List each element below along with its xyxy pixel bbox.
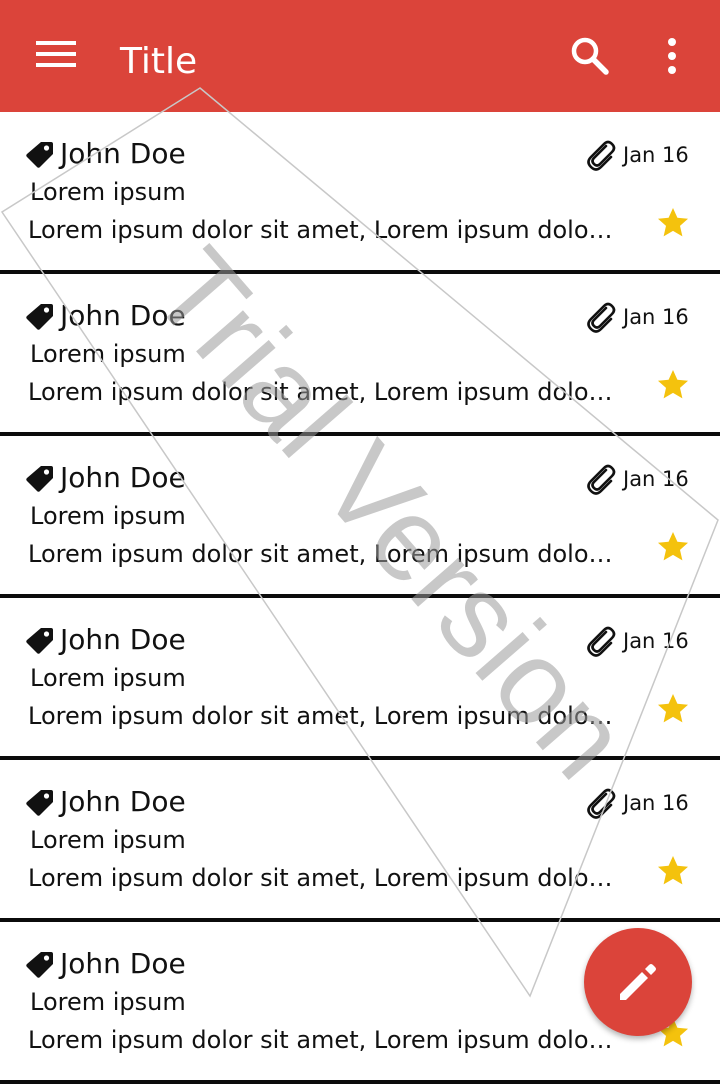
sender-name: John Doe [60,137,186,170]
more-vert-icon [668,38,676,74]
app-bar: Title [0,0,720,112]
message-preview: Lorem ipsum dolor sit amet, Lorem ipsum … [28,540,618,568]
star-icon[interactable] [656,368,690,402]
sender-name: John Doe [60,623,186,656]
more-options-button[interactable] [656,34,688,82]
sender-name: John Doe [60,785,186,818]
paperclip-icon [587,302,616,333]
list-item[interactable]: John Doe Lorem ipsum Lorem ipsum dolor s… [0,436,720,598]
message-preview: Lorem ipsum dolor sit amet, Lorem ipsum … [28,216,618,244]
label-tag-icon [26,466,53,492]
star-icon[interactable] [656,854,690,888]
sender-name: John Doe [60,947,186,980]
label-tag-icon [26,952,53,978]
sender-name: John Doe [60,299,186,332]
message-date: Jan 16 [623,143,689,167]
message-date: Jan 16 [623,629,689,653]
search-icon [571,37,609,75]
pencil-edit-icon [620,964,656,1000]
message-subject: Lorem ipsum [30,178,186,206]
message-preview: Lorem ipsum dolor sit amet, Lorem ipsum … [28,378,618,406]
message-subject: Lorem ipsum [30,826,186,854]
list-item[interactable]: John Doe Lorem ipsum Lorem ipsum dolor s… [0,274,720,436]
list-item[interactable]: John Doe Lorem ipsum Lorem ipsum dolor s… [0,760,720,922]
message-preview: Lorem ipsum dolor sit amet, Lorem ipsum … [28,1026,618,1054]
message-subject: Lorem ipsum [30,664,186,692]
sender-name: John Doe [60,461,186,494]
message-preview: Lorem ipsum dolor sit amet, Lorem ipsum … [28,702,618,730]
message-subject: Lorem ipsum [30,340,186,368]
search-button[interactable] [568,34,612,78]
label-tag-icon [26,304,53,330]
paperclip-icon [587,788,616,819]
message-preview: Lorem ipsum dolor sit amet, Lorem ipsum … [28,864,618,892]
paperclip-icon [587,464,616,495]
star-icon[interactable] [656,206,690,240]
list-item[interactable]: John Doe Lorem ipsum Lorem ipsum dolor s… [0,112,720,274]
page-title: Title [120,41,198,82]
message-date: Jan 16 [623,791,689,815]
list-item[interactable]: John Doe Lorem ipsum Lorem ipsum dolor s… [0,598,720,760]
message-date: Jan 16 [623,305,689,329]
message-subject: Lorem ipsum [30,502,186,530]
compose-fab-button[interactable] [584,928,692,1036]
message-subject: Lorem ipsum [30,988,186,1016]
label-tag-icon [26,628,53,654]
label-tag-icon [26,790,53,816]
star-icon[interactable] [656,530,690,564]
menu-button[interactable] [30,36,82,76]
label-tag-icon [26,142,53,168]
paperclip-icon [587,140,616,171]
message-date: Jan 16 [623,467,689,491]
star-icon[interactable] [656,692,690,726]
paperclip-icon [587,626,616,657]
menu-icon [36,41,76,67]
